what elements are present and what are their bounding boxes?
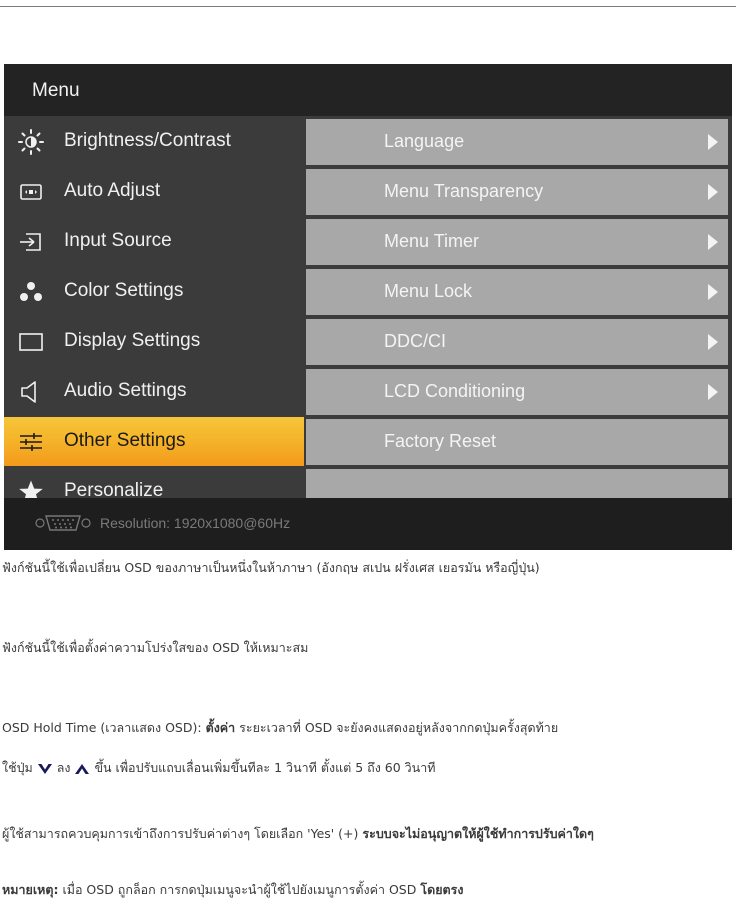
menu-item-label: Brightness/Contrast xyxy=(64,130,231,151)
adjust-prefix: ใช้ปุ่ม xyxy=(2,760,33,775)
submenu-item-label: Menu Transparency xyxy=(384,181,544,201)
submenu-item-language[interactable]: Language xyxy=(306,119,728,165)
note-label: หมายเหตุ: xyxy=(2,882,59,897)
menu-item-label: Color Settings xyxy=(64,280,184,301)
chevron-right-icon xyxy=(708,234,718,250)
menu-timer-bold: ตั้งค่า xyxy=(205,720,236,735)
down-arrow-icon xyxy=(37,763,52,774)
submenu-item-label: Menu Lock xyxy=(384,281,473,301)
up-label: ขึ้น xyxy=(94,760,112,775)
chevron-right-icon xyxy=(708,334,718,350)
menu-lock-text: ผู้ใช้สามารถควบคุมการเข้าถึงการปรับค่าต่… xyxy=(2,826,359,841)
chevron-right-icon xyxy=(708,384,718,400)
menu-item-brightness-contrast[interactable]: Brightness/Contrast xyxy=(4,117,304,166)
sliders-icon xyxy=(20,433,42,451)
submenu-item-menu-transparency[interactable]: Menu Transparency xyxy=(306,169,728,215)
menu-item-color-settings[interactable]: Color Settings xyxy=(4,267,304,316)
resolution-text: Resolution: 1920x1080@60Hz xyxy=(100,515,291,531)
submenu-list: Language Menu Transparency Menu Timer Me… xyxy=(304,116,732,516)
osd-header: Menu xyxy=(4,64,732,116)
menu-lock-description: ผู้ใช้สามารถควบคุมการเข้าถึงการปรับค่าต่… xyxy=(2,824,594,844)
menu-timer-rest: ระยะเวลาที่ OSD จะยังคงแสดงอยู่หลังจากกด… xyxy=(239,720,559,735)
menu-item-label: Auto Adjust xyxy=(64,180,161,201)
note-paragraph: หมายเหตุ: เมื่อ OSD ถูกล็อก การกดปุ่มเมน… xyxy=(2,880,463,900)
transparency-description: ฟังก์ชันนี้ใช้เพื่อตั้งค่าความโปร่งใสของ… xyxy=(2,638,308,658)
submenu-item-factory-reset[interactable]: Factory Reset xyxy=(306,419,728,465)
note-bold: โดยตรง xyxy=(420,882,464,897)
language-text: ฟังก์ชันนี้ใช้เพื่อเปลี่ยน OSD ของภาษาเป… xyxy=(2,560,540,575)
menu-timer-prefix: OSD Hold Time (เวลาแสดง OSD): xyxy=(2,720,202,735)
osd-footer: Resolution: 1920x1080@60Hz xyxy=(4,498,732,550)
menu-item-audio-settings[interactable]: Audio Settings xyxy=(4,367,304,416)
top-divider xyxy=(0,6,736,7)
submenu-item-label: Language xyxy=(384,131,465,151)
submenu-item-menu-timer[interactable]: Menu Timer xyxy=(306,219,728,265)
menu-timer-adjust-description: ใช้ปุ่ม ลง ขึ้น เพื่อปรับแถบเลื่อนเพิ่มข… xyxy=(2,758,436,778)
menu-item-label: Audio Settings xyxy=(64,380,187,401)
transparency-text: ฟังก์ชันนี้ใช้เพื่อตั้งค่าความโปร่งใสของ… xyxy=(2,640,309,655)
menu-item-other-settings[interactable]: Other Settings xyxy=(4,417,304,466)
chevron-right-icon xyxy=(708,184,718,200)
menu-item-input-source[interactable]: Input Source xyxy=(4,217,304,266)
menu-item-label: Input Source xyxy=(64,230,172,251)
color-settings-icon xyxy=(20,282,42,301)
submenu-item-ddc-ci[interactable]: DDC/CI xyxy=(306,319,728,365)
chevron-right-icon xyxy=(708,284,718,300)
osd-title: Menu xyxy=(32,80,80,101)
menu-item-display-settings[interactable]: Display Settings xyxy=(4,317,304,366)
menu-item-label: Display Settings xyxy=(64,330,201,351)
submenu-item-label: DDC/CI xyxy=(384,331,446,351)
menu-lock-bold: ระบบจะไม่อนุญาตให้ผู้ใช้ทำการปรับค่าใดๆ xyxy=(362,826,594,841)
input-source-icon xyxy=(20,233,41,251)
up-arrow-icon xyxy=(75,763,90,774)
submenu-item-label: Factory Reset xyxy=(384,431,497,451)
adjust-rest: เพื่อปรับแถบเลื่อนเพิ่มขึ้นทีละ 1 วินาที… xyxy=(115,760,436,775)
menu-item-label: Other Settings xyxy=(64,430,186,451)
submenu-item-lcd-conditioning[interactable]: LCD Conditioning xyxy=(306,369,728,415)
submenu-item-menu-lock[interactable]: Menu Lock xyxy=(306,269,728,315)
brightness-icon xyxy=(18,129,44,155)
language-description: ฟังก์ชันนี้ใช้เพื่อเปลี่ยน OSD ของภาษาเป… xyxy=(2,558,540,578)
auto-adjust-icon xyxy=(20,184,42,200)
vga-connector-icon xyxy=(35,515,91,531)
note-text: เมื่อ OSD ถูกล็อก การกดปุ่มเมนูจะนำผู้ใช… xyxy=(62,882,417,897)
menu-item-auto-adjust[interactable]: Auto Adjust xyxy=(4,167,304,216)
display-settings-icon xyxy=(19,333,43,351)
submenu-item-label: LCD Conditioning xyxy=(384,381,526,401)
chevron-right-icon xyxy=(708,134,718,150)
down-label: ลง xyxy=(56,760,71,775)
menu-timer-description: OSD Hold Time (เวลาแสดง OSD): ตั้งค่า ระ… xyxy=(2,718,558,738)
main-menu-list: Brightness/Contrast Auto Adjust Input So… xyxy=(4,116,304,516)
speaker-icon xyxy=(21,381,36,403)
osd-menu: Menu Brightness/Contrast Auto Adjust Inp… xyxy=(4,64,732,550)
submenu-item-label: Menu Timer xyxy=(384,231,480,251)
